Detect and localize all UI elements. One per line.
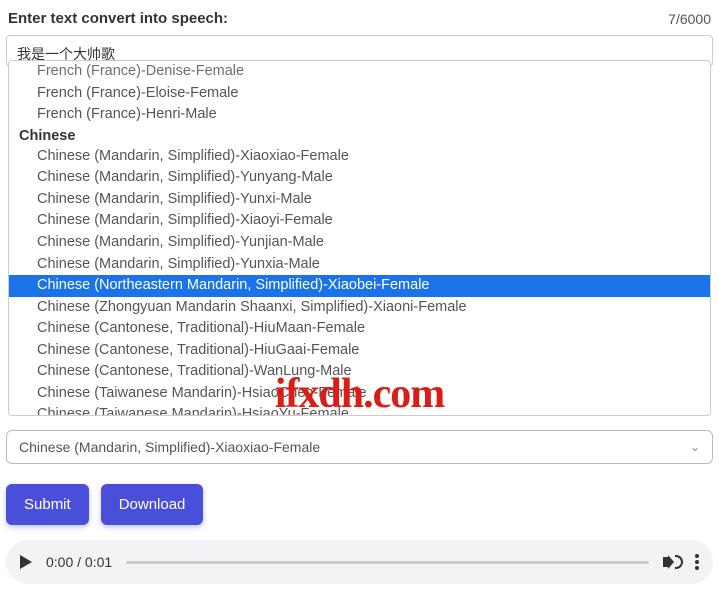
char-counter: 7/6000 bbox=[668, 11, 711, 27]
voice-select[interactable]: Chinese (Mandarin, Simplified)-Xiaoxiao-… bbox=[6, 430, 713, 464]
input-label: Enter text convert into speech: bbox=[8, 10, 228, 27]
list-item[interactable]: Chinese (Cantonese, Traditional)-HiuGaai… bbox=[9, 340, 710, 362]
list-item[interactable]: Chinese (Taiwanese Mandarin)-HsiaoYu-Fem… bbox=[9, 404, 710, 416]
list-item[interactable]: Chinese (Mandarin, Simplified)-Xiaoyi-Fe… bbox=[9, 210, 710, 232]
audio-time: 0:00 / 0:01 bbox=[46, 554, 112, 570]
volume-icon[interactable] bbox=[663, 553, 681, 571]
list-item[interactable]: Chinese (Mandarin, Simplified)-Xiaoxiao-… bbox=[9, 146, 710, 168]
list-item[interactable]: French (France)-Eloise-Female bbox=[9, 83, 710, 105]
list-item[interactable]: Chinese (Cantonese, Traditional)-HiuMaan… bbox=[9, 318, 710, 340]
group-label: Chinese bbox=[9, 126, 710, 146]
play-icon[interactable] bbox=[20, 555, 32, 569]
list-item[interactable]: French (France)-Denise-Female bbox=[9, 61, 710, 83]
list-item[interactable]: Chinese (Zhongyuan Mandarin Shaanxi, Sim… bbox=[9, 297, 710, 319]
list-item[interactable]: Chinese (Mandarin, Simplified)-Yunyang-M… bbox=[9, 167, 710, 189]
list-item[interactable]: Chinese (Mandarin, Simplified)-Yunxi-Mal… bbox=[9, 189, 710, 211]
voice-select-value: Chinese (Mandarin, Simplified)-Xiaoxiao-… bbox=[19, 439, 320, 455]
download-button[interactable]: Download bbox=[101, 484, 204, 525]
list-item[interactable]: French (France)-Henri-Male bbox=[9, 104, 710, 126]
button-row: Submit Download bbox=[6, 484, 203, 525]
list-item[interactable]: Chinese (Cantonese, Traditional)-WanLung… bbox=[9, 361, 710, 383]
list-item[interactable]: Chinese (Taiwanese Mandarin)-HsiaoChen-F… bbox=[9, 383, 710, 405]
audio-menu-icon[interactable] bbox=[695, 554, 699, 570]
list-item[interactable]: Chinese (Mandarin, Simplified)-Yunxia-Ma… bbox=[9, 254, 710, 276]
audio-player[interactable]: 0:00 / 0:01 bbox=[6, 540, 713, 584]
header: Enter text convert into speech: 7/6000 bbox=[0, 0, 719, 35]
list-item[interactable]: Chinese (Northeastern Mandarin, Simplifi… bbox=[9, 275, 710, 297]
chevron-down-icon: ⌄ bbox=[690, 440, 700, 454]
audio-progress-bar[interactable] bbox=[126, 561, 649, 564]
list-item[interactable]: Chinese (Mandarin, Simplified)-Yunjian-M… bbox=[9, 232, 710, 254]
submit-button[interactable]: Submit bbox=[6, 484, 89, 525]
voice-dropdown-list[interactable]: French (France)-Denise-Female French (Fr… bbox=[8, 60, 711, 416]
